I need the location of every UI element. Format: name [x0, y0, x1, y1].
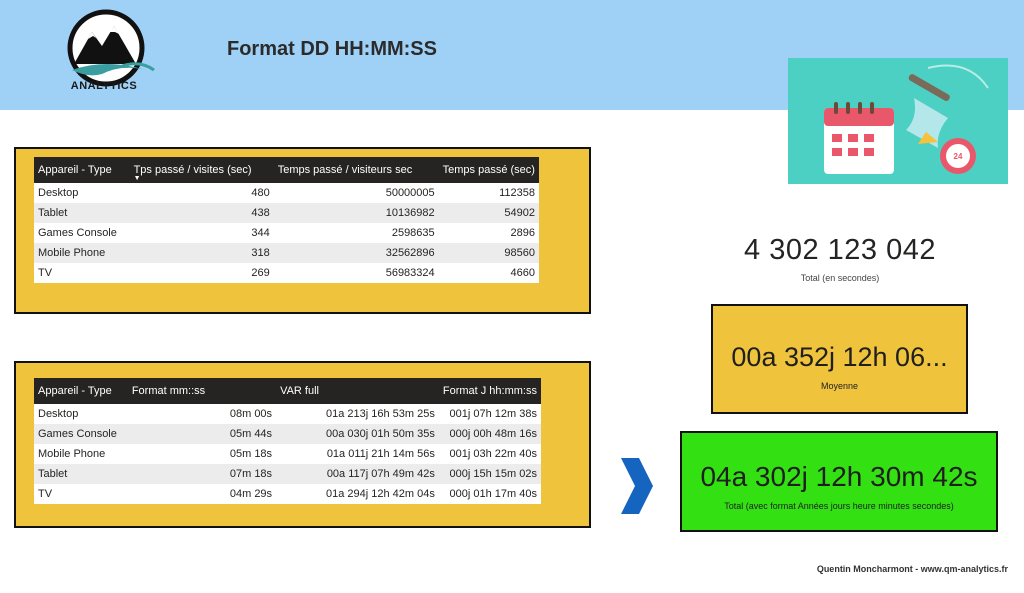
cell-time-per-visit: 344 — [129, 223, 274, 243]
calendar-hourglass-icon: 24 — [824, 64, 989, 174]
cell-format-jhhmmss: 001j 03h 22m 40s — [438, 444, 541, 464]
table-row[interactable]: Games Console 05m 44s 00a 030j 01h 50m 3… — [34, 424, 541, 444]
cell-format-mmss: 05m 44s — [127, 424, 277, 444]
cell-format-mmss: 07m 18s — [127, 464, 277, 484]
table-row[interactable]: Desktop 480 50000005 112358 — [34, 183, 539, 203]
table-row[interactable]: Mobile Phone 05m 18s 01a 011j 21h 14m 56… — [34, 444, 541, 464]
average-value: 00a 352j 12h 06... — [731, 342, 948, 372]
logo-text: ANALYTICS — [70, 80, 138, 92]
cell-device: Games Console — [34, 424, 128, 444]
table-frame-seconds: Appareil - Type Tps passé / visites (sec… — [14, 147, 591, 314]
table-row[interactable]: Tablet 07m 18s 00a 117j 07h 49m 42s 000j… — [34, 464, 541, 484]
table-header-row: Appareil - Type Tps passé / visites (sec… — [34, 157, 539, 183]
cell-time-per-visit: 318 — [129, 243, 274, 263]
calendar-hourglass-illustration: 24 — [788, 58, 1008, 184]
cell-format-jhhmmss: 001j 07h 12m 38s — [438, 404, 541, 424]
cell-format-jhhmmss: 000j 01h 17m 40s — [438, 484, 541, 504]
table-frame-formatted: Appareil - Type Format mm::ss VAR full F… — [14, 361, 591, 528]
column-header-device-type[interactable]: Appareil - Type — [34, 378, 128, 404]
cell-device: Mobile Phone — [34, 444, 128, 464]
cell-var-full: 01a 294j 12h 42m 04s — [276, 484, 439, 504]
footer-credit: Quentin Moncharmont - www.qm-analytics.f… — [816, 564, 1008, 574]
cell-time-per-visitor: 56983324 — [273, 263, 439, 283]
column-header-time-spent[interactable]: Temps passé (sec) — [438, 157, 539, 183]
cell-time-per-visitor: 2598635 — [273, 223, 439, 243]
cell-time-per-visit: 269 — [129, 263, 274, 283]
cell-device: Desktop — [34, 183, 130, 203]
cell-format-mmss: 05m 18s — [127, 444, 277, 464]
average-label: Moyenne — [820, 381, 859, 391]
cell-time-spent: 2896 — [438, 223, 539, 243]
seconds-table: Appareil - Type Tps passé / visites (sec… — [34, 157, 539, 283]
cell-var-full: 01a 213j 16h 53m 25s — [276, 404, 439, 424]
sort-descending-icon[interactable]: ▼ — [134, 175, 141, 182]
cell-time-per-visitor: 32562896 — [273, 243, 439, 263]
cell-format-mmss: 08m 00s — [127, 404, 277, 424]
column-header-time-per-visitor[interactable]: Temps passé / visiteurs sec — [273, 157, 439, 183]
cell-device: Tablet — [34, 464, 128, 484]
table-row[interactable]: Mobile Phone 318 32562896 98560 — [34, 243, 539, 263]
table-row[interactable]: TV 04m 29s 01a 294j 12h 42m 04s 000j 01h… — [34, 484, 541, 504]
cell-device: Games Console — [34, 223, 130, 243]
formatted-duration-table: Appareil - Type Format mm::ss VAR full F… — [34, 378, 541, 504]
cell-device: Mobile Phone — [34, 243, 130, 263]
column-header-var-full[interactable]: VAR full — [276, 378, 439, 404]
cell-time-spent: 112358 — [438, 183, 539, 203]
column-header-format-jhhmmss[interactable]: Format J hh:mm:ss — [438, 378, 541, 404]
cell-var-full: 00a 030j 01h 50m 35s — [276, 424, 439, 444]
column-header-time-per-visit[interactable]: Tps passé / visites (sec) ▼ — [129, 157, 274, 183]
cell-device: TV — [34, 263, 130, 283]
column-header-label: Tps passé / visites (sec) — [133, 164, 252, 176]
average-card[interactable]: 00a 352j 12h 06... Moyenne — [711, 304, 968, 414]
cell-device: TV — [34, 484, 128, 504]
cell-device: Desktop — [34, 404, 128, 424]
cell-time-per-visitor: 50000005 — [273, 183, 439, 203]
total-label: Total (avec format Années jours heure mi… — [724, 501, 954, 511]
cell-var-full: 00a 117j 07h 49m 42s — [276, 464, 439, 484]
column-header-device-type[interactable]: Appareil - Type — [34, 157, 130, 183]
svg-text:24: 24 — [954, 152, 963, 161]
table-row[interactable]: Tablet 438 10136982 54902 — [34, 203, 539, 223]
cell-format-jhhmmss: 000j 15h 15m 02s — [438, 464, 541, 484]
cell-var-full: 01a 011j 21h 14m 56s — [276, 444, 439, 464]
cell-format-jhhmmss: 000j 00h 48m 16s — [438, 424, 541, 444]
total-value: 04a 302j 12h 30m 42s — [700, 461, 978, 492]
total-seconds-value: 4 302 123 042 — [744, 234, 936, 266]
cell-time-per-visitor: 10136982 — [273, 203, 439, 223]
table-row[interactable]: Games Console 344 2598635 2896 — [34, 223, 539, 243]
column-header-format-mmss[interactable]: Format mm::ss — [127, 378, 277, 404]
total-seconds-label: Total (en secondes) — [800, 273, 880, 283]
cell-time-per-visit: 480 — [129, 183, 274, 203]
cell-time-spent: 98560 — [438, 243, 539, 263]
table-row[interactable]: Desktop 08m 00s 01a 213j 16h 53m 25s 001… — [34, 404, 541, 424]
table-header-row: Appareil - Type Format mm::ss VAR full F… — [34, 378, 541, 404]
page-title: Format DD HH:MM:SS — [227, 38, 437, 60]
table-row[interactable]: TV 269 56983324 4660 — [34, 263, 539, 283]
cell-time-per-visit: 438 — [129, 203, 274, 223]
cell-time-spent: 4660 — [438, 263, 539, 283]
cell-time-spent: 54902 — [438, 203, 539, 223]
total-card[interactable]: 04a 302j 12h 30m 42s Total (avec format … — [680, 431, 998, 532]
chevron-right-icon — [621, 458, 653, 514]
cell-format-mmss: 04m 29s — [127, 484, 277, 504]
cell-device: Tablet — [34, 203, 130, 223]
